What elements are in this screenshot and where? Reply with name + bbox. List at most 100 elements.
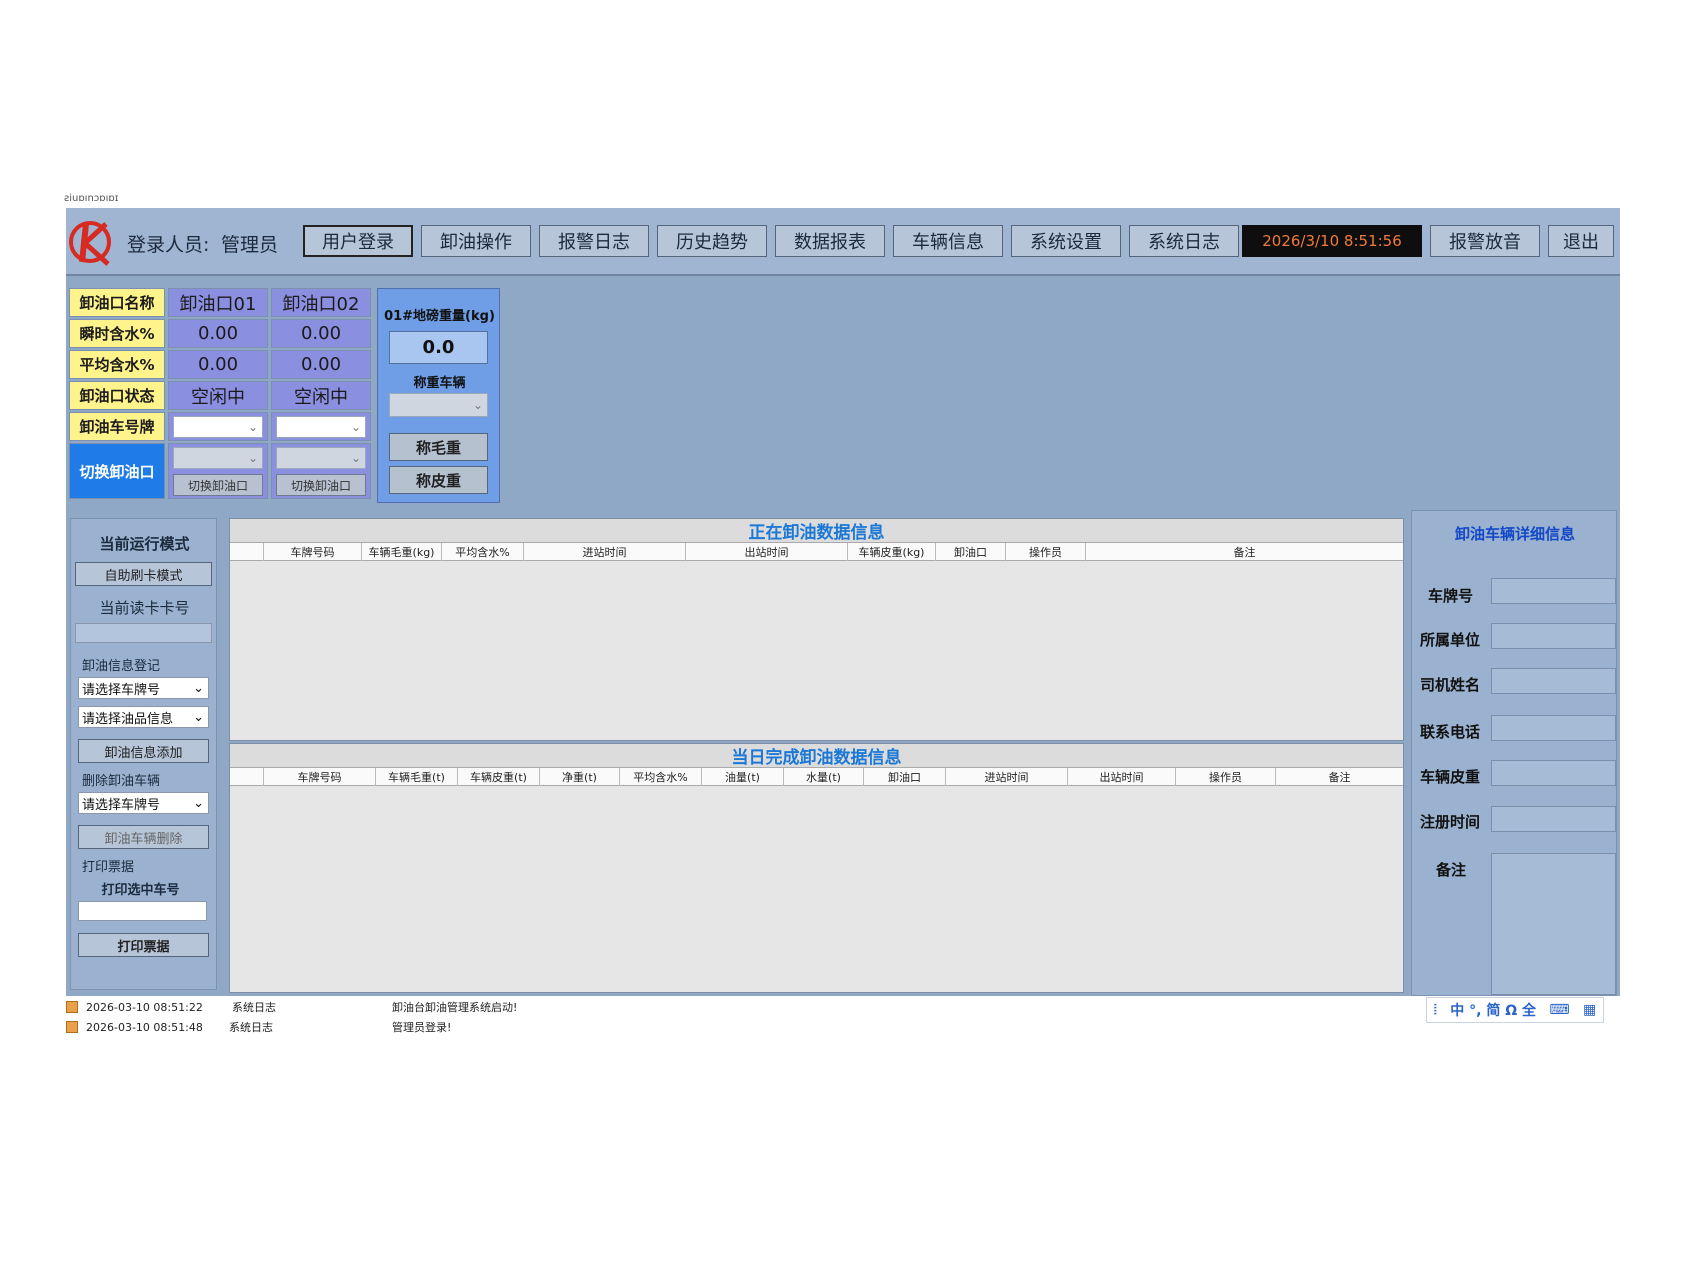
port1-name: 卸油口01 [168, 288, 268, 317]
top-bar: 登录人员: 管理员 用户登录 卸油操作 报警日志 历史趋势 数据报表 车辆信息 … [66, 208, 1620, 276]
log-time: 2026-03-10 08:51:48 [86, 1020, 203, 1034]
weigh-vehicle-label: 称重车辆 [413, 376, 466, 391]
self-card-mode-button[interactable]: 自助刷卡模式 [75, 562, 212, 586]
delete-group-label: 删除卸油车辆 [82, 774, 161, 789]
detail-register-time-input[interactable] [1491, 806, 1616, 832]
log-row: 2026-03-10 08:51:22 系统日志 卸油台卸油管理系统启动! [66, 998, 517, 1016]
weigh-vehicle-select[interactable]: ⌄ [389, 393, 488, 417]
log-row: 2026-03-10 08:51:48 系统日志 管理员登录! [66, 1018, 451, 1036]
chevron-down-icon: ⌄ [350, 419, 361, 434]
nav-vehicle-info-button[interactable]: 车辆信息 [893, 225, 1003, 257]
port1-switch-cell: ⌄ 切换卸油口 [168, 443, 268, 499]
detail-plate-label: 车牌号 [1428, 587, 1474, 605]
detail-tare-input[interactable] [1491, 760, 1616, 786]
col-tare-weight[interactable]: 车辆皮重(t) [458, 768, 540, 786]
port2-switch-select[interactable]: ⌄ [276, 447, 366, 469]
alarm-mute-button[interactable]: 报警放音 [1430, 225, 1540, 257]
nav-data-report-button[interactable]: 数据报表 [775, 225, 885, 257]
card-number-input[interactable] [75, 623, 212, 643]
ime-toolbar[interactable]: ⦙ 中 °, 简 Ω 全 ⌨ ▦ [1426, 997, 1604, 1023]
col-exit-time[interactable]: 出站时间 [1068, 768, 1176, 786]
detail-driver-input[interactable] [1491, 668, 1616, 694]
col-operator[interactable]: 操作员 [1176, 768, 1276, 786]
completed-grid-header: 车牌号码 车辆毛重(t) 车辆皮重(t) 净重(t) 平均含水% 油量(t) 水… [230, 768, 1403, 786]
chevron-down-icon: ⌄ [193, 709, 204, 725]
port2-plate-select[interactable]: ⌄ [276, 415, 366, 438]
col-plate[interactable]: 车牌号码 [264, 543, 362, 561]
chevron-down-icon: ⌄ [472, 398, 483, 412]
chevron-down-icon: ⌄ [193, 795, 204, 811]
exit-button[interactable]: 退出 [1548, 225, 1614, 257]
detail-unit-input[interactable] [1491, 623, 1616, 649]
nav-alarm-log-button[interactable]: 报警日志 [539, 225, 649, 257]
nav-system-settings-button[interactable]: 系统设置 [1011, 225, 1121, 257]
delete-vehicle-button[interactable]: 卸油车辆删除 [78, 825, 209, 849]
port2-instant-water: 0.00 [271, 319, 371, 348]
register-oil-select[interactable]: 请选择油品信息 ⌄ [78, 706, 209, 728]
weigh-gross-button[interactable]: 称毛重 [389, 433, 488, 461]
grid-icon[interactable]: ▦ [1583, 1002, 1596, 1018]
nav-unload-operation-button[interactable]: 卸油操作 [421, 225, 531, 257]
delete-plate-select[interactable]: 请选择车牌号 ⌄ [78, 792, 209, 814]
col-enter-time[interactable]: 进站时间 [946, 768, 1068, 786]
port2-name: 卸油口02 [271, 288, 371, 317]
col-unload-port[interactable]: 卸油口 [936, 543, 1006, 561]
col-tare-weight[interactable]: 车辆皮重(kg) [848, 543, 936, 561]
nav-user-login-button[interactable]: 用户登录 [303, 225, 413, 257]
unloading-grid-header: 车牌号码 车辆毛重(kg) 平均含水% 进站时间 出站时间 车辆皮重(kg) 卸… [230, 543, 1403, 561]
col-plate[interactable]: 车牌号码 [264, 768, 376, 786]
port1-average-water: 0.00 [168, 350, 268, 379]
log-book-icon [66, 1001, 78, 1013]
register-plate-value: 请选择车牌号 [82, 682, 161, 698]
col-water-amount[interactable]: 水量(t) [784, 768, 864, 786]
port1-instant-water: 0.00 [168, 319, 268, 348]
detail-remark-input[interactable] [1491, 853, 1616, 995]
voice-icon[interactable]: ⦙ [1434, 1002, 1437, 1018]
col-unload-port[interactable]: 卸油口 [864, 768, 946, 786]
completed-grid: 当日完成卸油数据信息 车牌号码 车辆毛重(t) 车辆皮重(t) 净重(t) 平均… [229, 743, 1404, 993]
weigh-tare-button[interactable]: 称皮重 [389, 466, 488, 494]
chevron-down-icon: ⌄ [247, 419, 258, 434]
window-caption: ƨiuɒınɔɒıɒɪ [64, 193, 119, 204]
col-net-weight[interactable]: 净重(t) [540, 768, 620, 786]
col-gross-weight[interactable]: 车辆毛重(t) [376, 768, 458, 786]
col-avg-water[interactable]: 平均含水% [442, 543, 524, 561]
login-user: 管理员 [221, 234, 279, 256]
col-remark[interactable]: 备注 [1086, 543, 1403, 561]
port2-switch-button[interactable]: 切换卸油口 [276, 474, 366, 496]
detail-phone-label: 联系电话 [1420, 723, 1481, 741]
print-group-label: 打印票据 [82, 860, 135, 875]
col-gross-weight[interactable]: 车辆毛重(kg) [362, 543, 442, 561]
port1-plate-select[interactable]: ⌄ [173, 415, 263, 438]
col-exit-time[interactable]: 出站时间 [686, 543, 848, 561]
port2-plate-cell: ⌄ [271, 412, 371, 441]
completed-grid-title: 当日完成卸油数据信息 [230, 744, 1403, 768]
run-mode-title: 当前运行模式 [99, 535, 190, 553]
print-ticket-button[interactable]: 打印票据 [78, 933, 209, 957]
print-selected-label: 打印选中车号 [101, 883, 180, 898]
port1-switch-button[interactable]: 切换卸油口 [173, 474, 263, 496]
col-oil-amount[interactable]: 油量(t) [702, 768, 784, 786]
port2-average-water: 0.00 [271, 350, 371, 379]
nav-history-trend-button[interactable]: 历史趋势 [657, 225, 767, 257]
col-operator[interactable]: 操作员 [1006, 543, 1086, 561]
keyboard-icon[interactable]: ⌨ [1549, 1002, 1569, 1018]
vehicle-detail-panel: 卸油车辆详细信息 车牌号 所属单位 司机姓名 联系电话 车辆皮重 注册时间 备注 [1411, 510, 1617, 996]
print-plate-input[interactable] [78, 901, 207, 921]
col-remark[interactable]: 备注 [1276, 768, 1403, 786]
col-enter-time[interactable]: 进站时间 [524, 543, 686, 561]
ime-toolbar-label: 中 °, 简 Ω 全 [1450, 1003, 1536, 1019]
port2-status: 空闲中 [271, 381, 371, 410]
col-avg-water[interactable]: 平均含水% [620, 768, 702, 786]
label-instant-water: 瞬时含水% [69, 319, 165, 348]
delete-plate-value: 请选择车牌号 [82, 797, 161, 813]
detail-phone-input[interactable] [1491, 715, 1616, 741]
add-unload-info-button[interactable]: 卸油信息添加 [78, 739, 209, 763]
nav-system-log-button[interactable]: 系统日志 [1129, 225, 1239, 257]
app-logo-icon [69, 221, 111, 266]
chevron-down-icon: ⌄ [350, 451, 361, 465]
unloading-grid: 正在卸油数据信息 车牌号码 车辆毛重(kg) 平均含水% 进站时间 出站时间 车… [229, 518, 1404, 741]
register-plate-select[interactable]: 请选择车牌号 ⌄ [78, 677, 209, 699]
port1-switch-select[interactable]: ⌄ [173, 447, 263, 469]
detail-plate-input[interactable] [1491, 578, 1616, 604]
